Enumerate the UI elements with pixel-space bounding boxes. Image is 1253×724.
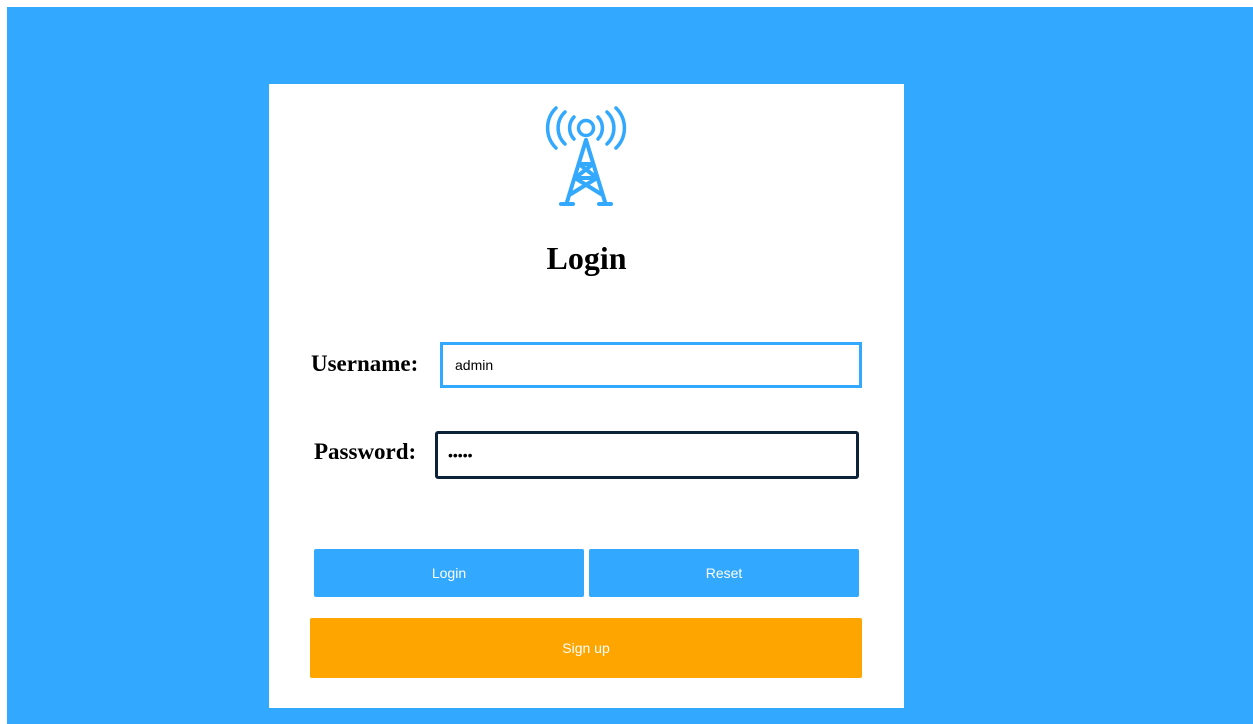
username-input[interactable] — [440, 342, 862, 388]
username-label: Username: — [311, 351, 419, 376]
password-input[interactable] — [435, 431, 859, 479]
password-label: Password: — [314, 439, 417, 464]
signup-button[interactable]: Sign up — [310, 618, 862, 678]
login-button[interactable]: Login — [314, 549, 584, 597]
radio-tower-icon — [545, 106, 627, 206]
reset-button[interactable]: Reset — [589, 549, 859, 597]
login-card: Login Username: Password: Login Reset Si… — [269, 84, 904, 708]
page-title: Login — [546, 240, 627, 276]
